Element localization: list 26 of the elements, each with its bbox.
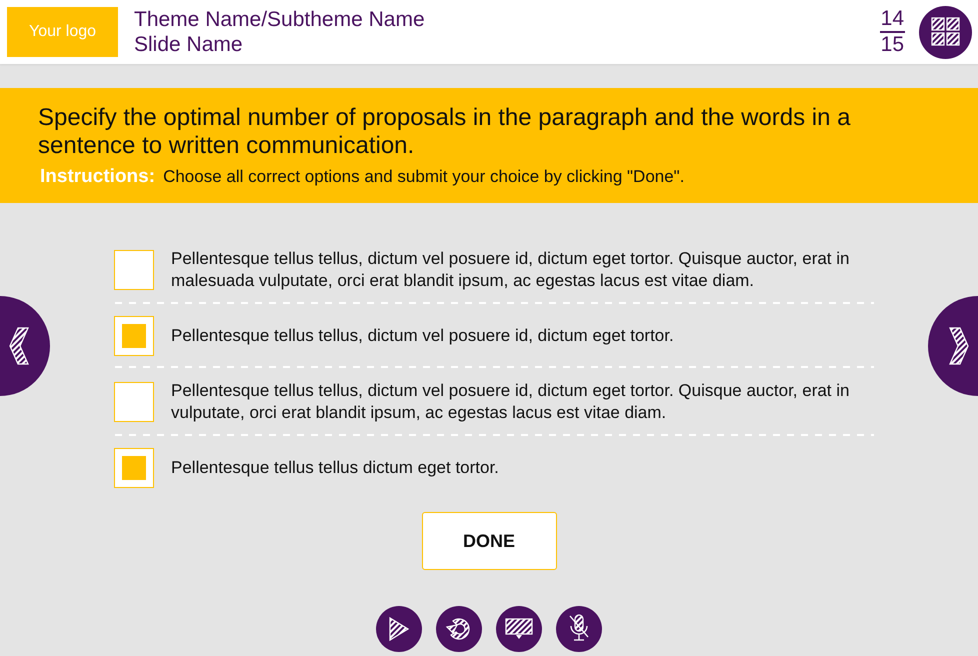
logo: Your logo [7, 7, 118, 57]
checkbox[interactable] [114, 250, 154, 290]
theme-title: Theme Name/Subtheme Name [134, 7, 426, 32]
instructions-text: Choose all correct options and submit your choice by clicking "Done". [163, 167, 684, 187]
current-page-number: 14 [880, 7, 905, 33]
replay-button[interactable] [436, 606, 482, 652]
grid-icon [930, 17, 960, 47]
menu-button[interactable] [919, 6, 972, 58]
play-button[interactable] [376, 606, 422, 652]
screen-button[interactable] [496, 606, 542, 652]
done-button[interactable]: DONE [422, 512, 556, 570]
play-icon [388, 616, 410, 642]
microphone-button[interactable] [556, 606, 602, 652]
chevron-left-icon [8, 326, 30, 366]
chevron-right-icon [948, 326, 970, 366]
question-text: Specify the optimal number of proposals in the paragraph and the words in a sentence to written communication. [38, 104, 852, 160]
instructions-label: Instructions: [40, 166, 156, 188]
checkbox[interactable] [114, 382, 154, 422]
option-text: Pellentesque tellus tellus, dictum vel posuere id, dictum eget tortor. Quisque auctor, erat in vulputate, orci erat blandit ipsum, ac egestas lacus est vitae diam. [171, 380, 850, 424]
total-page-count: 15 [880, 33, 905, 57]
option-text: Pellentesque tellus tellus dictum eget tortor. [171, 457, 499, 479]
checkbox[interactable] [114, 448, 154, 488]
option-text: Pellentesque tellus tellus, dictum vel posuere id, dictum eget tortor. Quisque auctor, erat in malesuada vulputate, orci erat blandit ipsum, ac egestas lacus est vitae diam. [171, 248, 850, 292]
slide-title: Slide Name [134, 32, 244, 57]
option-text: Pellentesque tellus tellus, dictum vel posuere id, dictum eget tortor. [171, 325, 674, 347]
checkbox[interactable] [114, 316, 154, 356]
